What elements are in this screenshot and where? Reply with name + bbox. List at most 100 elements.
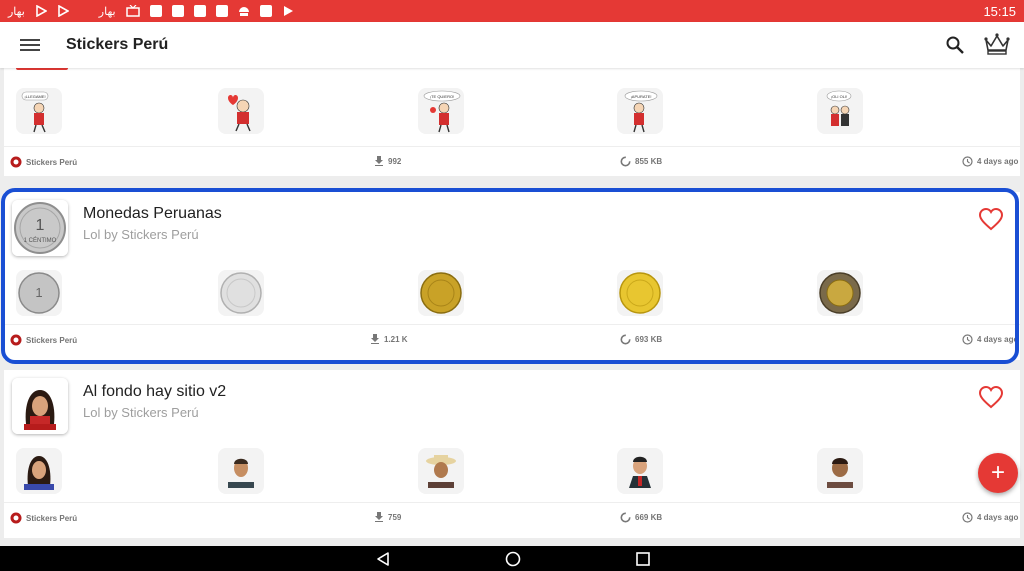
updated-text: 4 days ago bbox=[977, 157, 1019, 166]
size-value: 693 KB bbox=[635, 335, 663, 344]
square-icon bbox=[149, 5, 162, 17]
sticker-preview-row: 1 bbox=[4, 262, 1020, 324]
sticker-thumbnail[interactable] bbox=[16, 448, 62, 494]
sticker-pack-card[interactable]: Al fondo hay sitio v2 Lol by Stickers Pe… bbox=[4, 370, 1020, 538]
sticker-preview-row bbox=[4, 440, 1020, 502]
sticker-pack-list[interactable]: ¡LLEGAME! ¡TE QUIERO! ¡APURATE! ¡OLI OLI… bbox=[0, 68, 1024, 546]
data-usage-icon bbox=[620, 334, 631, 345]
data-usage-icon bbox=[620, 156, 631, 167]
android-icon bbox=[238, 7, 249, 16]
pack-name[interactable]: Monedas Peruanas bbox=[83, 205, 222, 223]
pack-header: 1 1 CÉNTIMO Monedas Peruanas Lol by Stick… bbox=[4, 192, 1020, 262]
app-label: بهار bbox=[8, 5, 25, 18]
pack-size: 669 KB bbox=[620, 512, 662, 523]
download-icon bbox=[375, 512, 383, 522]
sticker-pack-card[interactable]: 1 1 CÉNTIMO Monedas Peruanas Lol by Stick… bbox=[4, 192, 1020, 360]
sticker-text: ¡OLI OLI! bbox=[831, 94, 847, 99]
square-icon bbox=[171, 5, 184, 17]
publisher-logo-icon bbox=[10, 334, 22, 346]
download-count: 992 bbox=[388, 156, 402, 166]
play-icon bbox=[57, 5, 69, 17]
download-icon bbox=[371, 334, 379, 344]
app-label: بهار bbox=[98, 5, 116, 18]
publisher-name: Stickers Perú bbox=[26, 157, 78, 167]
sticker-text: ¡LLEGAME! bbox=[24, 94, 45, 99]
size-value: 855 KB bbox=[635, 157, 663, 166]
sticker-thumbnail[interactable]: ¡LLEGAME! bbox=[16, 88, 62, 134]
publisher: Stickers Perú bbox=[10, 512, 77, 524]
app-title: Stickers Perú bbox=[66, 36, 169, 53]
pack-subtitle: Lol by Stickers Perú bbox=[83, 227, 199, 242]
downloads: 992 bbox=[374, 156, 401, 166]
sticker-pack-card[interactable]: ¡LLEGAME! ¡TE QUIERO! ¡APURATE! ¡OLI OLI… bbox=[4, 68, 1020, 176]
clock-icon bbox=[962, 156, 973, 167]
sticker-thumbnail[interactable]: ¡APURATE! bbox=[617, 88, 663, 134]
pack-footer: Stickers Perú 759 669 KB 4 days ago bbox=[4, 502, 1020, 532]
crown-icon[interactable] bbox=[983, 32, 1011, 56]
sticker-thumbnail[interactable] bbox=[218, 448, 264, 494]
menu-icon[interactable] bbox=[20, 39, 40, 51]
pack-name[interactable]: Al fondo hay sitio v2 bbox=[83, 383, 226, 401]
navigation-bar bbox=[0, 546, 1024, 571]
downloads: 1.21 K bbox=[370, 334, 408, 344]
updated-text: 4 days ago bbox=[977, 513, 1019, 522]
square-icon bbox=[259, 5, 272, 17]
square-icon bbox=[193, 5, 206, 17]
download-count: 759 bbox=[388, 512, 402, 522]
sticker-thumbnail[interactable] bbox=[218, 88, 264, 134]
sticker-thumbnail[interactable]: ¡TE QUIERO! bbox=[418, 88, 464, 134]
tv-icon bbox=[125, 5, 140, 17]
publisher-logo-icon bbox=[10, 156, 22, 168]
download-icon bbox=[375, 156, 383, 166]
download-count: 1.21 K bbox=[384, 334, 408, 344]
sticker-preview-row: ¡LLEGAME! ¡TE QUIERO! ¡APURATE! ¡OLI OLI… bbox=[4, 80, 1020, 142]
sticker-thumbnail[interactable] bbox=[817, 270, 863, 316]
add-fab-button[interactable]: + bbox=[978, 453, 1018, 493]
square-icon bbox=[215, 5, 228, 17]
svg-text:1: 1 bbox=[35, 285, 42, 300]
updated: 4 days ago bbox=[962, 334, 1018, 345]
data-usage-icon bbox=[620, 512, 631, 523]
publisher-name: Stickers Perú bbox=[26, 513, 78, 523]
pack-size: 693 KB bbox=[620, 334, 662, 345]
publisher: Stickers Perú bbox=[10, 334, 77, 346]
svg-text:1: 1 bbox=[36, 217, 45, 234]
pack-header: Al fondo hay sitio v2 Lol by Stickers Pe… bbox=[4, 370, 1020, 440]
sticker-thumbnail[interactable] bbox=[617, 448, 663, 494]
search-icon[interactable] bbox=[945, 35, 965, 55]
pack-footer: Stickers Perú 992 855 KB 4 days ago bbox=[4, 146, 1020, 176]
moon-icon bbox=[80, 6, 86, 16]
sticker-thumbnail[interactable] bbox=[418, 270, 464, 316]
back-icon[interactable] bbox=[375, 551, 391, 567]
heart-icon[interactable] bbox=[978, 385, 1004, 411]
sticker-thumbnail[interactable] bbox=[218, 270, 264, 316]
pack-size: 855 KB bbox=[620, 156, 662, 167]
app-bar: Stickers Perú bbox=[0, 22, 1024, 68]
home-icon[interactable] bbox=[505, 551, 521, 567]
pack-avatar[interactable] bbox=[12, 378, 68, 434]
sticker-text: ¡TE QUIERO! bbox=[430, 94, 454, 99]
publisher: Stickers Perú bbox=[10, 156, 77, 168]
pack-footer: Stickers Perú 1.21 K 693 KB 4 days ago bbox=[4, 324, 1020, 354]
size-value: 669 KB bbox=[635, 513, 663, 522]
sticker-thumbnail[interactable] bbox=[418, 448, 464, 494]
status-bar: بهار بهار 15:15 bbox=[0, 0, 1024, 22]
sticker-thumbnail[interactable]: 1 bbox=[16, 270, 62, 316]
play-icon bbox=[35, 5, 47, 17]
heart-icon[interactable] bbox=[978, 207, 1004, 233]
clock-icon bbox=[962, 512, 973, 523]
sticker-thumbnail[interactable] bbox=[817, 448, 863, 494]
downloads: 759 bbox=[374, 512, 401, 522]
updated: 4 days ago bbox=[962, 156, 1018, 167]
recents-icon[interactable] bbox=[635, 551, 651, 567]
pack-subtitle: Lol by Stickers Perú bbox=[83, 405, 199, 420]
play-store-icon bbox=[283, 6, 293, 16]
notification-icons: بهار بهار bbox=[8, 5, 294, 18]
status-time: 15:15 bbox=[983, 3, 1016, 19]
coin-text: 1 CÉNTIMO bbox=[24, 237, 57, 244]
publisher-name: Stickers Perú bbox=[26, 335, 78, 345]
sticker-thumbnail[interactable] bbox=[617, 270, 663, 316]
updated-text: 4 days ago bbox=[977, 335, 1019, 344]
sticker-thumbnail[interactable]: ¡OLI OLI! bbox=[817, 88, 863, 134]
pack-avatar[interactable]: 1 1 CÉNTIMO bbox=[12, 200, 68, 256]
